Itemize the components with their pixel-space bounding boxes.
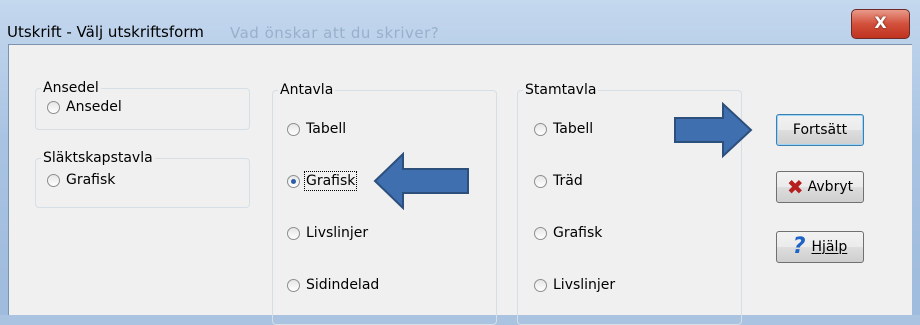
radio-stamtavla-trad[interactable]: Träd — [534, 173, 583, 189]
radio-label: Livslinjer — [306, 225, 369, 241]
radio-circle — [47, 173, 60, 187]
blue-arrow-left-icon — [373, 152, 469, 210]
question-mark-icon: ? — [792, 234, 806, 259]
radio-label: Livslinjer — [553, 277, 616, 293]
group-label-antavla: Antavla — [278, 82, 336, 98]
radio-slaktskap-grafisk[interactable]: Grafisk — [47, 172, 115, 188]
blue-arrow-right-icon — [674, 102, 753, 158]
radio-label: Grafisk — [553, 225, 603, 241]
cancel-button[interactable]: ✖ Avbryt — [776, 171, 864, 203]
title-bar[interactable]: Utskrift - Välj utskriftsform Vad önskar… — [0, 0, 920, 44]
radio-stamtavla-tabell[interactable]: Tabell — [534, 121, 593, 137]
help-button[interactable]: ? Hjälp — [776, 231, 864, 263]
radio-circle — [534, 174, 547, 188]
background-window-title: Vad önskar att du skriver? — [230, 24, 440, 42]
close-icon: X — [874, 13, 887, 32]
radio-label: Sidindelad — [306, 277, 380, 293]
close-button[interactable]: X — [851, 9, 910, 39]
group-label-stamtavla: Stamtavla — [523, 82, 599, 98]
continue-button-label: Fortsätt — [792, 122, 848, 138]
group-label-ansedel: Ansedel — [41, 80, 101, 96]
radio-label: Träd — [553, 173, 583, 189]
radio-circle — [47, 100, 60, 114]
continue-button[interactable]: Fortsätt — [776, 114, 864, 146]
group-label-slaktskapstavla: Släktskapstavla — [41, 150, 155, 166]
radio-stamtavla-grafisk[interactable]: Grafisk — [534, 225, 602, 241]
radio-antavla-sidindelad[interactable]: Sidindelad — [287, 277, 379, 293]
radio-label: Ansedel — [66, 99, 122, 115]
group-ansedel: Ansedel Ansedel — [35, 80, 250, 130]
help-button-label: Hjälp — [811, 239, 848, 255]
radio-label: Tabell — [306, 121, 347, 137]
radio-circle — [534, 122, 547, 136]
cancel-button-label: Avbryt — [807, 179, 854, 195]
dialog-window: Utskrift - Välj utskriftsform Vad önskar… — [0, 0, 920, 325]
radio-label: Grafisk — [66, 172, 116, 188]
radio-label: Grafisk — [303, 171, 358, 191]
radio-antavla-grafisk[interactable]: Grafisk — [287, 171, 358, 191]
radio-circle-selected — [287, 174, 300, 188]
radio-circle — [287, 226, 300, 240]
radio-antavla-tabell[interactable]: Tabell — [287, 121, 346, 137]
radio-circle — [287, 278, 300, 292]
radio-stamtavla-livslinjer[interactable]: Livslinjer — [534, 277, 615, 293]
radio-circle — [534, 278, 547, 292]
radio-circle — [534, 226, 547, 240]
radio-ansedel[interactable]: Ansedel — [47, 99, 122, 115]
red-x-icon: ✖ — [786, 175, 804, 199]
group-slaktskapstavla: Släktskapstavla Grafisk — [35, 150, 250, 208]
radio-circle — [287, 122, 300, 136]
window-title: Utskrift - Välj utskriftsform — [7, 23, 204, 41]
radio-antavla-livslinjer[interactable]: Livslinjer — [287, 225, 368, 241]
radio-label: Tabell — [553, 121, 594, 137]
